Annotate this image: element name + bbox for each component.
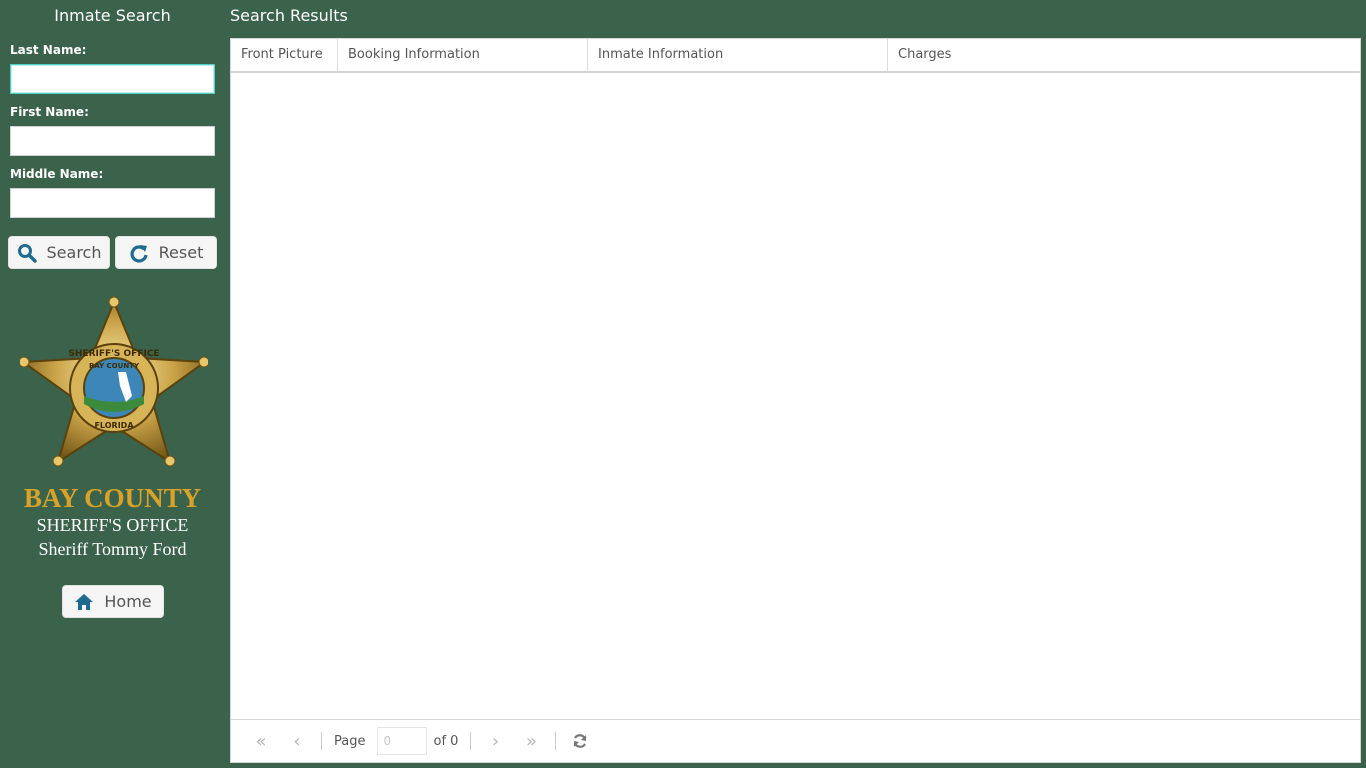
page-number-input[interactable] [377, 727, 428, 755]
search-icon [17, 243, 37, 263]
column-front-picture[interactable]: Front Picture [231, 39, 338, 71]
pager-separator [555, 732, 557, 750]
sidebar: Inmate Search Last Name: First Name: Mid… [0, 0, 225, 768]
last-name-input[interactable] [10, 64, 215, 94]
next-page-icon[interactable]: › [477, 729, 513, 753]
last-name-label: Last Name: [10, 43, 87, 57]
middle-name-input[interactable] [10, 188, 215, 218]
reset-icon [129, 243, 149, 263]
org-county-name: BAY COUNTY [23, 483, 202, 513]
pager-separator [470, 732, 472, 750]
search-button-label: Search [46, 243, 102, 262]
sheriff-badge-logo: SHERIFF'S OFFICE BAY COUNTY FLORIDA [18, 296, 210, 468]
pager: « ‹ Page of 0 › » [231, 719, 1360, 762]
home-button[interactable]: Home [62, 585, 164, 618]
badge-bottom-text: FLORIDA [94, 421, 134, 430]
grid-body [231, 73, 1360, 719]
sidebar-title: Inmate Search [54, 6, 171, 25]
refresh-icon[interactable] [562, 729, 598, 753]
first-name-label: First Name: [10, 105, 89, 119]
first-name-input[interactable] [10, 126, 215, 156]
org-office-name: SHERIFF'S OFFICE [36, 515, 189, 535]
reset-button[interactable]: Reset [115, 236, 217, 269]
pager-separator [321, 732, 322, 750]
prev-page-icon[interactable]: ‹ [279, 729, 315, 753]
reset-button-label: Reset [158, 243, 204, 262]
home-icon [74, 592, 94, 612]
middle-name-label: Middle Name: [10, 167, 104, 181]
last-page-icon[interactable]: » [513, 729, 549, 753]
column-booking-information[interactable]: Booking Information [338, 39, 588, 71]
page-count-label: of 0 [433, 733, 459, 749]
column-inmate-information[interactable]: Inmate Information [588, 39, 888, 71]
results-grid: Front Picture Booking Information Inmate… [230, 38, 1361, 763]
page-label: Page [334, 733, 366, 749]
org-sheriff-name: Sheriff Tommy Ford [38, 539, 187, 559]
search-button[interactable]: Search [8, 236, 110, 269]
badge-top-text: SHERIFF'S OFFICE [68, 349, 159, 359]
column-charges[interactable]: Charges [888, 39, 1360, 71]
first-page-icon[interactable]: « [243, 729, 279, 753]
badge-inner-text: BAY COUNTY [89, 362, 140, 370]
grid-header: Front Picture Booking Information Inmate… [231, 39, 1360, 73]
results-title: Search Results [230, 6, 348, 25]
home-button-label: Home [104, 592, 152, 611]
